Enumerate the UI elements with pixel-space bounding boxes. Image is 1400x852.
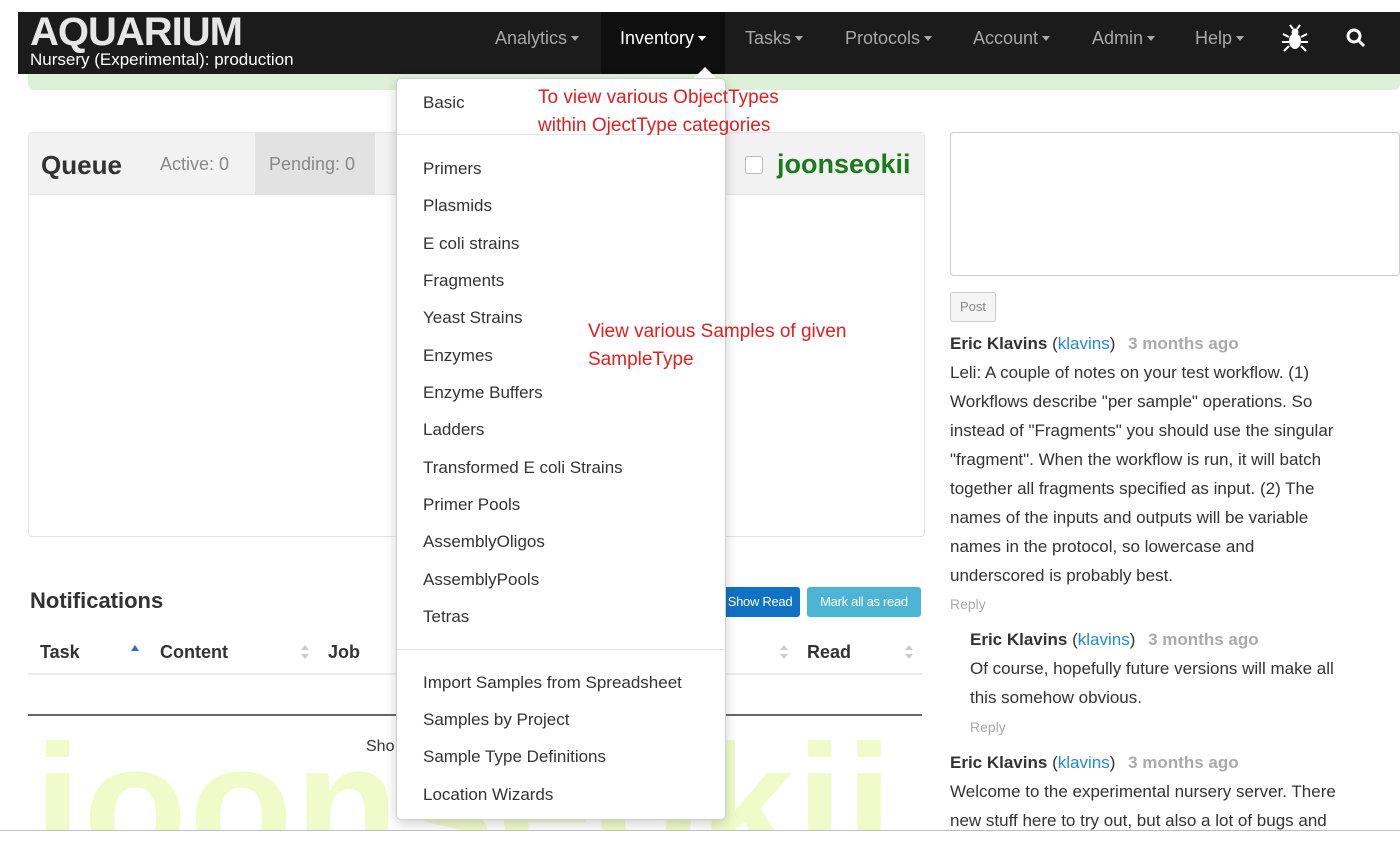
caret-down-icon <box>698 35 707 41</box>
queue-user-label: joonseokii <box>777 149 911 179</box>
menu-item-ladders[interactable]: Ladders <box>423 420 484 440</box>
menu-item-assembly-pools[interactable]: AssemblyPools <box>423 570 539 590</box>
comment-text-line: names of the inputs and outputs will be … <box>950 508 1309 527</box>
caret-down-icon <box>571 35 580 41</box>
brand-title: AQUARIUM <box>30 10 243 54</box>
comment-author: Eric Klavins (klavins) 3 months ago <box>950 753 1239 772</box>
menu-divider <box>397 649 725 650</box>
page-bottom-edge <box>0 830 1400 852</box>
menu-item-basic[interactable]: Basic <box>423 93 465 113</box>
author-name: Eric Klavins <box>970 630 1068 649</box>
author-name: Eric Klavins <box>950 753 1048 772</box>
show-read-button[interactable]: Show Read <box>720 587 800 617</box>
comment-timestamp: 3 months ago <box>1128 753 1239 772</box>
reply-link[interactable]: Reply <box>970 719 1006 735</box>
dropdown-arrow <box>694 67 716 78</box>
menu-item-sample-type-definitions[interactable]: Sample Type Definitions <box>423 747 606 767</box>
reply-link[interactable]: Reply <box>950 596 986 612</box>
brand[interactable]: AQUARIUM Nursery (Experimental): product… <box>30 10 294 69</box>
column-task[interactable]: Task <box>40 642 80 663</box>
nav-analytics[interactable]: Analytics <box>495 12 580 74</box>
menu-item-location-wizards[interactable]: Location Wizards <box>423 785 553 805</box>
author-handle-link[interactable]: klavins <box>1058 334 1110 353</box>
nav-label: Help <box>1195 28 1233 48</box>
column-read[interactable]: Read <box>807 642 851 663</box>
tab-active[interactable]: Active: 0 <box>146 133 243 195</box>
caret-down-icon <box>1147 35 1156 41</box>
queue-title: Queue <box>41 150 122 180</box>
notifications-title: Notifications <box>30 588 164 613</box>
sort-icon[interactable] <box>904 642 914 662</box>
caret-down-icon <box>795 35 804 41</box>
nav-help[interactable]: Help <box>1195 12 1245 74</box>
nav-inventory[interactable]: Inventory <box>601 12 726 74</box>
tab-pending[interactable]: Pending: 0 <box>255 133 375 195</box>
nav-label: Account <box>973 28 1039 48</box>
menu-item-transformed-e-coli-strains[interactable]: Transformed E coli Strains <box>423 458 623 478</box>
comment-author: Eric Klavins (klavins) 3 months ago <box>970 630 1259 649</box>
inventory-dropdown-menu: Basic Primers Plasmids E coli strains Fr… <box>396 78 726 820</box>
comment-text-line: Workflows describe "per sample" operatio… <box>950 392 1313 411</box>
comment-text-line: Of course, hopefully future versions wil… <box>970 659 1334 678</box>
comment-text-line: names in the protocol, so lowercase and <box>950 537 1255 556</box>
nav-label: Analytics <box>495 28 568 48</box>
menu-item-primers[interactable]: Primers <box>423 159 482 179</box>
comment-text-line: Leli: A couple of notes on your test wor… <box>950 363 1310 382</box>
nav-tasks[interactable]: Tasks <box>745 12 804 74</box>
table-info-text: Sho <box>366 738 395 755</box>
menu-item-primer-pools[interactable]: Primer Pools <box>423 495 520 515</box>
nav-admin[interactable]: Admin <box>1092 12 1156 74</box>
top-navbar: AQUARIUM Nursery (Experimental): product… <box>18 12 1400 74</box>
author-handle-link[interactable]: klavins <box>1058 753 1110 772</box>
author-handle-link[interactable]: klavins <box>1078 630 1130 649</box>
nav-label: Admin <box>1092 28 1144 48</box>
post-button[interactable]: Post <box>950 292 996 322</box>
annotation-object-types-line-2: within OjectType categories <box>538 115 771 136</box>
annotation-samples-line-1: View various Samples of given <box>588 321 847 342</box>
menu-item-enzymes[interactable]: Enzymes <box>423 346 493 366</box>
caret-down-icon <box>924 35 933 41</box>
bug-icon[interactable] <box>1280 24 1310 54</box>
comment-author: Eric Klavins (klavins) 3 months ago <box>950 334 1239 353</box>
comment-text-line: together all fragments specified as inpu… <box>950 479 1315 498</box>
menu-item-assembly-oligos[interactable]: AssemblyOligos <box>423 532 545 552</box>
sort-icon[interactable] <box>300 642 310 662</box>
sort-icon[interactable] <box>779 642 789 662</box>
mark-all-read-button[interactable]: Mark all as read <box>807 587 921 617</box>
comment-text-line: this somehow obvious. <box>970 688 1142 707</box>
comment-timestamp: 3 months ago <box>1148 630 1259 649</box>
comment-text-line: underscored is probably best. <box>950 566 1174 585</box>
menu-item-samples-by-project[interactable]: Samples by Project <box>423 710 569 730</box>
comment-text-line: instead of "Fragments" you should use th… <box>950 421 1334 440</box>
sort-asc-icon[interactable] <box>130 642 140 662</box>
comment-timestamp: 3 months ago <box>1128 334 1239 353</box>
column-job[interactable]: Job <box>328 642 360 663</box>
annotation-samples-line-2: SampleType <box>588 349 694 370</box>
menu-item-enzyme-buffers[interactable]: Enzyme Buffers <box>423 383 543 403</box>
menu-item-fragments[interactable]: Fragments <box>423 271 504 291</box>
comment-text-line: Welcome to the experimental nursery serv… <box>950 782 1336 801</box>
menu-item-tetras[interactable]: Tetras <box>423 607 469 627</box>
nav-label: Protocols <box>845 28 921 48</box>
comment-text-line: "fragment". When the workflow is run, it… <box>950 450 1322 469</box>
author-name: Eric Klavins <box>950 334 1048 353</box>
post-textarea[interactable] <box>950 132 1400 276</box>
menu-item-import-samples[interactable]: Import Samples from Spreadsheet <box>423 673 682 693</box>
brand-subtitle: Nursery (Experimental): production <box>30 50 294 69</box>
user-filter-checkbox[interactable] <box>745 156 763 174</box>
caret-down-icon <box>1236 35 1245 41</box>
nav-label: Tasks <box>745 28 792 48</box>
search-icon[interactable] <box>1344 26 1368 50</box>
caret-down-icon <box>1042 35 1051 41</box>
column-content[interactable]: Content <box>160 642 228 663</box>
nav-protocols[interactable]: Protocols <box>845 12 933 74</box>
nav-account[interactable]: Account <box>973 12 1051 74</box>
menu-item-plasmids[interactable]: Plasmids <box>423 196 492 216</box>
nav-label: Inventory <box>620 28 695 48</box>
annotation-object-types-line-1: To view various ObjectTypes <box>538 87 779 108</box>
menu-item-yeast-strains[interactable]: Yeast Strains <box>423 308 523 328</box>
menu-item-e-coli-strains[interactable]: E coli strains <box>423 234 519 254</box>
